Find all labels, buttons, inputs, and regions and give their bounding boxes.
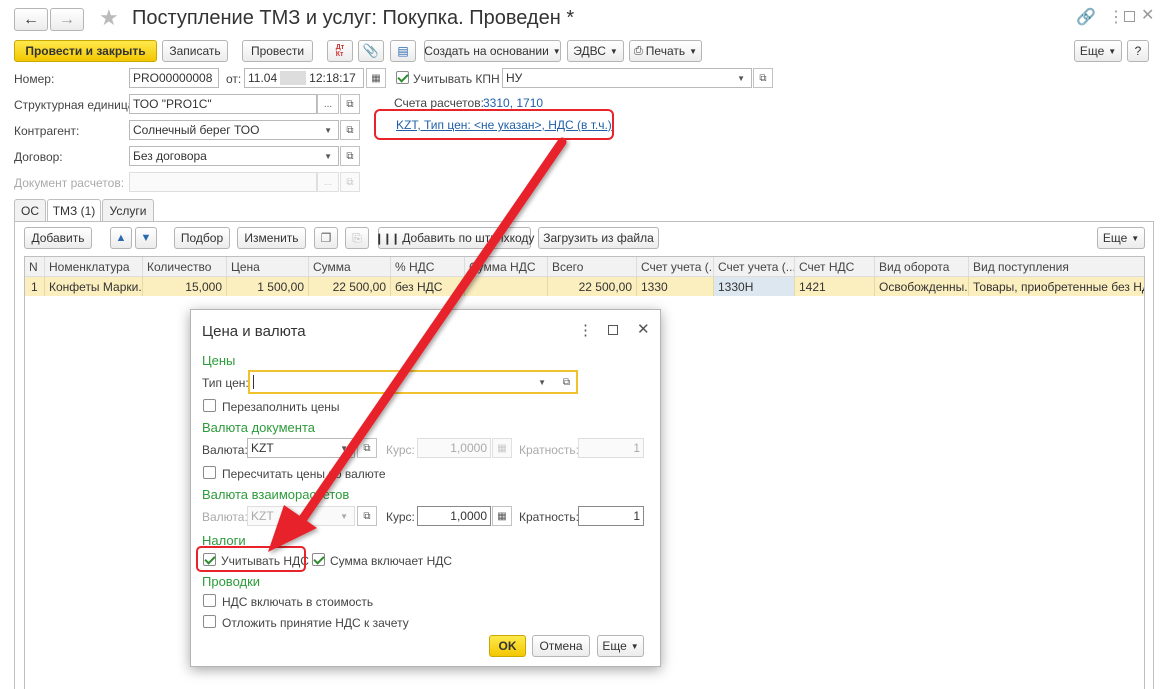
arrow-shaft (295, 137, 567, 528)
annotation-arrow (268, 137, 567, 552)
